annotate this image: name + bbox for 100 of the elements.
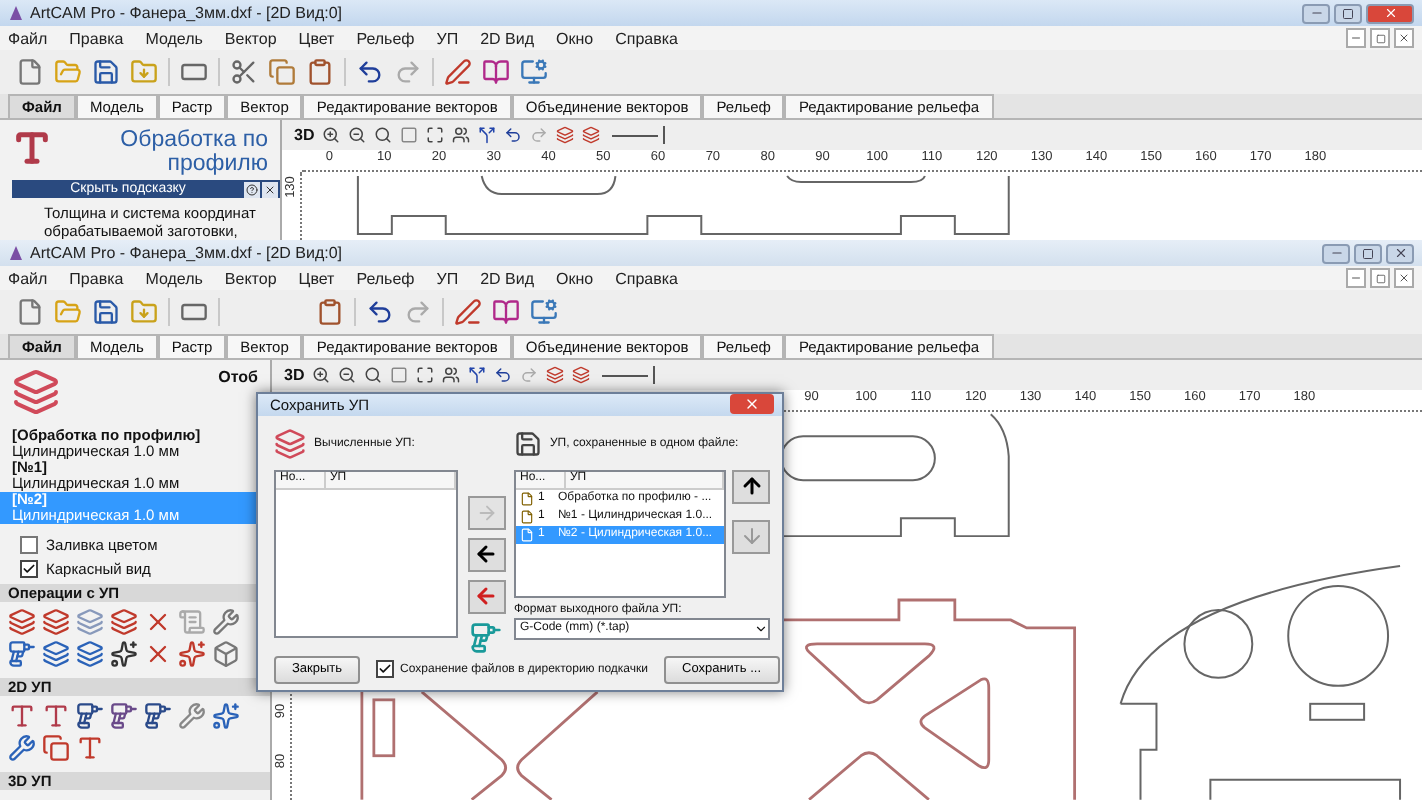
drill-icon[interactable] (76, 702, 104, 730)
search-icon[interactable] (364, 366, 383, 384)
layers-icon[interactable] (572, 366, 591, 384)
menu-item[interactable]: Цвет (298, 269, 335, 287)
drill-icon[interactable] (8, 640, 36, 668)
cutout-outline (420, 690, 507, 800)
layers-icon[interactable] (42, 608, 70, 636)
menu-item[interactable]: Вектор (224, 269, 277, 287)
search-icon[interactable] (374, 126, 393, 144)
clipboard-icon[interactable] (316, 298, 344, 326)
wrench-icon[interactable] (8, 734, 36, 762)
layers-icon[interactable] (556, 126, 575, 144)
layers-icon[interactable] (42, 640, 70, 668)
layers-icon[interactable] (8, 608, 36, 636)
sparkle-icon[interactable] (178, 640, 206, 668)
zoom-in-icon[interactable] (322, 126, 341, 144)
zoom-out-icon[interactable] (348, 126, 367, 144)
layers-icon[interactable] (76, 640, 104, 668)
remove-button[interactable] (467, 537, 505, 572)
users-icon[interactable] (452, 126, 471, 144)
maximize-button[interactable] (1354, 243, 1382, 263)
save-icon[interactable] (92, 298, 120, 326)
rectangle-icon[interactable] (180, 58, 208, 86)
close-button[interactable] (1394, 28, 1414, 48)
scissors-icon[interactable] (230, 58, 258, 86)
move-down-button[interactable] (732, 519, 770, 554)
sparkle-icon[interactable] (212, 702, 240, 730)
pen-icon[interactable] (454, 298, 482, 326)
book-icon[interactable] (492, 298, 520, 326)
menu-item[interactable]: 2D Вид (480, 269, 535, 287)
menu-item[interactable]: Файл (8, 269, 48, 287)
close-button[interactable] (1394, 268, 1414, 288)
menu-item[interactable]: Правка (69, 29, 124, 47)
wrench-icon[interactable] (212, 608, 240, 636)
save-icon (514, 429, 542, 458)
square-icon[interactable] (390, 366, 409, 384)
profile-tool-icon[interactable] (76, 734, 104, 762)
copy-icon[interactable] (268, 58, 296, 86)
drill-icon[interactable] (144, 702, 172, 730)
undo-icon[interactable] (366, 298, 394, 326)
split-icon[interactable] (468, 366, 487, 384)
maximize-button[interactable] (1334, 3, 1362, 23)
profile-tool-icon[interactable] (42, 702, 70, 730)
cross-icon[interactable] (144, 640, 172, 668)
menu-item[interactable]: Модель (145, 29, 203, 47)
remove-all-button[interactable] (467, 579, 505, 614)
menu-item[interactable]: Цвет (298, 29, 335, 47)
new-file-icon[interactable] (16, 58, 44, 86)
new-file-icon[interactable] (16, 298, 44, 326)
square-icon[interactable] (400, 126, 419, 144)
menu-item[interactable]: 2D Вид (480, 29, 535, 47)
copy-icon[interactable] (42, 734, 70, 762)
undo-icon[interactable] (504, 126, 523, 144)
close-button[interactable] (1386, 243, 1414, 263)
users-icon[interactable] (442, 366, 461, 384)
drill-icon[interactable] (110, 702, 138, 730)
menu-item[interactable]: Справка (615, 29, 679, 47)
monitor-icon[interactable] (520, 58, 548, 86)
close-button[interactable] (262, 181, 278, 198)
profile-tool-icon[interactable] (8, 702, 36, 730)
box-icon[interactable] (212, 640, 240, 668)
menu-item[interactable]: УП (436, 269, 459, 287)
help-button[interactable] (244, 181, 260, 198)
close-icon (264, 183, 276, 196)
zoom-in-icon[interactable] (312, 366, 331, 384)
menu-item[interactable]: Рельеф (356, 269, 415, 287)
menu-item[interactable]: Файл (8, 29, 48, 47)
layers-icon[interactable] (582, 126, 601, 144)
menu-item[interactable]: Модель (145, 269, 203, 287)
menu-item[interactable]: Вектор (224, 29, 277, 47)
3d-view-button[interactable]: 3D (284, 366, 305, 384)
cross-icon[interactable] (144, 608, 172, 636)
layers-icon[interactable] (110, 608, 138, 636)
monitor-icon[interactable] (530, 298, 558, 326)
menu-item[interactable]: Справка (615, 269, 679, 287)
undo-icon[interactable] (494, 366, 513, 384)
sparkle-icon[interactable] (110, 640, 138, 668)
save-icon[interactable] (92, 58, 120, 86)
checkbox[interactable] (376, 660, 395, 679)
checkbox[interactable] (20, 535, 38, 553)
menu-item[interactable]: Окно (556, 29, 594, 47)
checkbox[interactable] (20, 559, 38, 577)
layers-icon[interactable] (546, 366, 565, 384)
menu-item[interactable]: Окно (556, 269, 594, 287)
rectangle-icon[interactable] (180, 298, 208, 326)
line-style-icon[interactable] (598, 366, 659, 384)
menu-item[interactable]: Правка (69, 269, 124, 287)
fit-view-icon[interactable] (426, 126, 445, 144)
menu-item[interactable]: Рельеф (356, 29, 415, 47)
book-icon[interactable] (482, 58, 510, 86)
move-up-button[interactable] (732, 469, 770, 504)
pen-icon[interactable] (444, 58, 472, 86)
zoom-out-icon[interactable] (338, 366, 357, 384)
clipboard-icon[interactable] (306, 58, 334, 86)
fit-view-icon[interactable] (416, 366, 435, 384)
menu-item[interactable]: УП (436, 29, 459, 47)
undo-icon[interactable] (356, 58, 384, 86)
split-icon[interactable] (478, 126, 497, 144)
line-style-icon[interactable] (608, 126, 669, 144)
3d-view-button[interactable]: 3D (294, 126, 315, 144)
